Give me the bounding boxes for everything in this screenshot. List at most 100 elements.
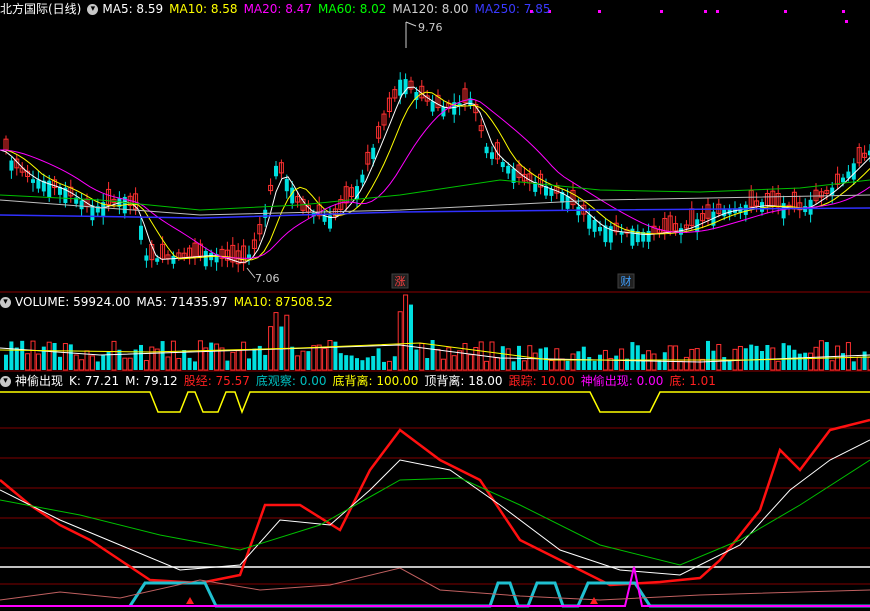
volume-bar-up [494, 357, 500, 371]
volume-bar-up [775, 360, 781, 371]
volume-bar-up [122, 357, 128, 371]
ma-legend: MA5: 8.59 MA10: 8.58 MA20: 8.47 MA60: 8.02 M… [102, 2, 556, 16]
volume-bar-up [176, 357, 182, 371]
volume-bar-up [484, 360, 490, 371]
volume-bar-down [360, 360, 365, 370]
volume-bar-down [117, 349, 122, 370]
indicator-label-1: K: 77.21 [69, 374, 120, 388]
volume-bar-down [641, 354, 646, 370]
low-marker [246, 267, 256, 279]
candle-down [506, 165, 511, 174]
volume-bar-down [371, 355, 376, 370]
volume-bar-down [160, 341, 165, 370]
candle-down [36, 179, 41, 189]
volume-bar-up [230, 351, 236, 371]
volume-bar-up [716, 343, 722, 371]
volume-bar-up [327, 340, 333, 371]
volume-bar-up [532, 352, 538, 371]
candle-down [171, 255, 176, 264]
volume-bar-down [68, 344, 73, 370]
volume-bar-up [700, 358, 706, 371]
candle-down [203, 250, 208, 267]
event-label-1: 财 [621, 274, 632, 288]
candle-down [646, 230, 651, 242]
volume-bar-down [792, 349, 797, 370]
signal-marker [784, 10, 787, 13]
volume-bar-up [403, 294, 409, 371]
volume-bar-up [386, 360, 392, 371]
ma-label-5: MA250: 7.85 [474, 2, 551, 16]
candle-down [592, 219, 597, 232]
candle-down [565, 196, 570, 209]
m-line [0, 439, 870, 576]
candle-down [9, 160, 14, 171]
ma-label-0: MA5: 8.59 [102, 2, 164, 16]
volume-bar-up [808, 352, 814, 371]
ma10-line [0, 91, 870, 261]
volume-bar-down [565, 360, 570, 370]
signal-marker [660, 10, 663, 13]
volume-bar-up [79, 359, 85, 371]
volume-bar-up [397, 311, 403, 371]
volume-bar-up [311, 345, 317, 371]
price-panel: 9.76 7.06 涨 财 [0, 10, 870, 372]
candle-down [274, 165, 278, 177]
volume-bar-up [322, 347, 328, 371]
volume-bar-down [614, 355, 619, 370]
volume-bar-down [187, 357, 192, 370]
price-panel-header: 北方国际(日线) ▾ MA5: 8.59 MA10: 8.58 MA20: 8.47 MA… [0, 1, 563, 17]
volume-bar-up [89, 355, 95, 371]
volume-bar-down [4, 354, 8, 370]
volume-bar-down [306, 351, 311, 370]
volume-bar-down [722, 357, 727, 370]
dropdown-icon[interactable]: ▾ [0, 376, 11, 387]
signal-marker [716, 10, 719, 13]
volume-bar-down [851, 361, 856, 370]
volume-ma10-line [0, 342, 870, 361]
dropdown-icon[interactable]: ▾ [87, 4, 99, 15]
candle-down [90, 205, 95, 221]
candle-down [587, 214, 592, 229]
indicator-label-0: 神偷出现 [15, 374, 64, 388]
candle-down [743, 204, 748, 215]
volume-bar-down [252, 348, 257, 370]
dropdown-icon[interactable]: ▾ [0, 297, 11, 308]
indicator-legend: 神偷出现 K: 77.21 M: 79.12 股经: 75.57 底观察: 0.00 底背… [15, 374, 722, 388]
volume-bar-up [489, 341, 495, 371]
volume-bar-up [462, 343, 468, 371]
volume-bar-down [635, 345, 640, 370]
volume-bar-down [101, 355, 106, 370]
volume-bar-up [295, 355, 301, 371]
volume-bar-up [678, 360, 684, 371]
indicator-label-2: M: 79.12 [125, 374, 178, 388]
volume-bar-up [300, 350, 306, 371]
volume-bar-up [273, 312, 279, 371]
volume-bar-up [694, 348, 700, 371]
volume-bar-up [651, 353, 657, 371]
signal-marker [598, 10, 601, 13]
volume-bar-up [683, 356, 689, 371]
volume-bar-up [451, 355, 457, 371]
candle-down [598, 226, 602, 232]
volume-bar-down [133, 349, 138, 370]
volume-bar-down [382, 361, 386, 370]
volume-bar-down [760, 351, 764, 370]
volume-bar-up [25, 353, 31, 371]
candle-down [155, 258, 160, 262]
volume-label-1: MA5: 71435.97 [136, 295, 228, 309]
volume-bar-up [30, 340, 36, 371]
volume-bar-down [592, 360, 597, 370]
candle-down [371, 147, 376, 159]
signal-marker [704, 10, 707, 13]
signal-marker [845, 20, 848, 23]
volume-bar-up [143, 360, 149, 371]
indicator-label-5: 底背离: 100.00 [332, 374, 419, 388]
volume-bar-down [754, 345, 759, 370]
indicator-panel [0, 391, 870, 608]
volume-bar-down [587, 357, 592, 370]
volume-bar-down [414, 349, 419, 370]
indicator-label-6: 顶背离: 18.00 [424, 374, 503, 388]
candle-down [398, 79, 403, 96]
high-price-label: 9.76 [418, 21, 443, 34]
volume-bar-down [182, 350, 187, 370]
